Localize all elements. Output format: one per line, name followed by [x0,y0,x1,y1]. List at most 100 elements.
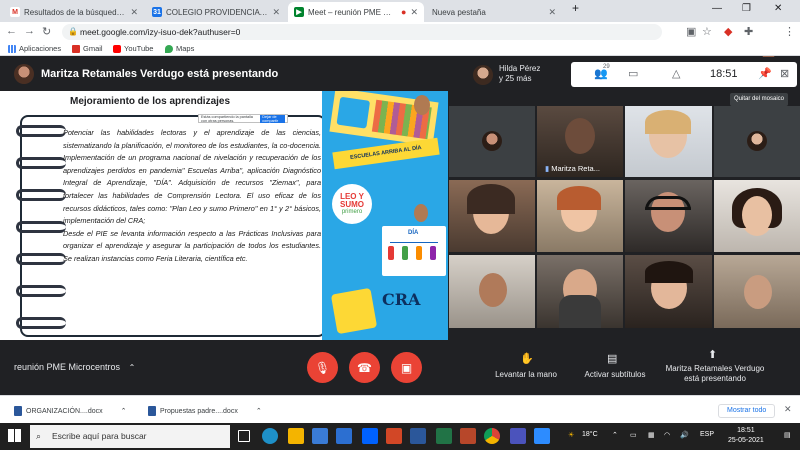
word-icon[interactable] [410,428,426,444]
taskbar-date: 25-05-2021 [728,437,764,444]
raise-hand-label[interactable]: Levantar la mano [488,370,564,380]
close-icon[interactable]: ✕ [272,7,280,18]
raise-hand-icon[interactable]: ✋ [520,352,534,365]
reload-icon[interactable]: ↻ [42,25,51,38]
edge-icon[interactable] [262,428,278,444]
powerpoint-icon[interactable] [386,428,402,444]
video-tile[interactable] [714,180,800,252]
bookmark-label: YouTube [124,44,154,53]
video-tile[interactable] [714,255,800,328]
video-tile[interactable] [625,180,712,252]
unpin-mosaic-icon[interactable]: ⊠ [780,67,789,80]
bookmark-youtube[interactable]: YouTube [113,44,153,53]
bookmark-gmail[interactable]: Gmail [72,44,103,53]
camera-permission-icon[interactable]: ▣ [686,25,696,38]
decorative-figure-icon [414,95,430,115]
dia-label: DÍA [408,230,419,236]
wifi-icon[interactable]: ◠ [664,431,670,439]
minimize-icon[interactable]: — [712,3,722,14]
maximize-icon[interactable]: ❐ [742,3,751,14]
bookmark-maps[interactable]: Maps [165,44,194,53]
dropbox-icon[interactable] [362,428,378,444]
present-screen-icon[interactable]: ⬆ [708,348,717,361]
video-tile[interactable] [449,180,535,252]
store-icon[interactable] [312,428,328,444]
stop-sharing-button[interactable]: Dejar de compartir [260,114,285,123]
back-arrow-icon[interactable]: ← [6,25,17,37]
tab-calendar[interactable]: 31 COLEGIO PROVIDENCIA - Calend... ✕ [146,2,286,22]
teams-icon[interactable] [510,428,526,444]
video-tile[interactable] [449,106,535,177]
meeting-details[interactable]: reunión PME Microcentros ⌃ [14,362,135,372]
gmail-favicon-icon: M [10,7,20,17]
file-explorer-icon[interactable] [288,428,304,444]
network-icon[interactable]: ▦ [648,431,655,439]
temperature: 18°C [582,431,598,438]
windows-start-icon[interactable] [8,429,21,442]
office-icon[interactable] [460,428,476,444]
show-all-button[interactable]: Mostrar todo [718,404,776,418]
close-icon[interactable]: ✕ [130,7,138,18]
chrome-icon[interactable] [484,428,500,444]
new-tab-button[interactable]: + [572,1,579,15]
taskbar-time: 18:51 [737,427,755,434]
notifications-icon[interactable]: ▤ [784,431,791,439]
captions-label[interactable]: Activar subtítulos [578,370,652,380]
captions-icon[interactable]: ▤ [607,352,617,365]
tray-chevron-icon[interactable]: ⌃ [612,431,618,439]
chat-icon[interactable]: ▭ [628,67,638,80]
excel-icon[interactable] [436,428,452,444]
activities-icon[interactable]: △ [672,67,680,80]
video-tile[interactable] [537,255,623,328]
video-grid: ▮ Maritza Reta... [449,106,800,328]
video-tile[interactable] [625,106,712,177]
battery-icon[interactable]: ▭ [630,431,637,439]
close-icon[interactable]: ✕ [410,7,418,18]
extension-icon[interactable]: ◆ [724,25,732,38]
youtube-icon [113,44,121,53]
task-view-icon[interactable] [238,430,250,442]
chevron-up-icon[interactable]: ⌃ [121,407,127,415]
mail-icon[interactable] [336,428,352,444]
weather-icon[interactable]: ☀ [568,431,574,439]
downloads-bar: ORGANIZACIÓN....docx ⌃ Propuestas padre.… [0,395,800,423]
tab-new-tab[interactable]: Nueva pestaña ✕ [426,2,562,22]
taskbar-clock[interactable]: 18:51 25-05-2021 [728,426,764,446]
hang-up-icon: ☎ [357,360,372,375]
notebook-ring [16,189,66,201]
search-icon: ⌕ [36,431,42,441]
camera-off-button[interactable]: ▣ [391,352,422,383]
puzzle-icon[interactable]: ✚ [744,25,753,38]
leave-call-button[interactable]: ☎ [349,352,380,383]
participant-more: y 25 más [499,74,532,83]
taskbar-search-input[interactable]: ⌕ Escribe aquí para buscar [30,425,230,448]
mic-off-icon: 🎙 [314,360,331,375]
chevron-up-icon[interactable]: ⌃ [256,407,262,415]
video-tile-active[interactable]: ▮ Maritza Reta... [537,106,623,177]
menu-kebab-icon[interactable]: ⋮ [784,25,795,38]
download-item[interactable]: Propuestas padre....docx ⌃ [148,406,262,416]
volume-icon[interactable]: 🔊 [680,431,689,439]
chevron-up-icon: ⌃ [128,363,136,372]
language-indicator[interactable]: ESP [700,431,714,438]
tab-search-results[interactable]: M Resultados de la búsqueda - eg... ✕ [4,2,144,22]
video-tile[interactable] [714,106,800,177]
video-tile[interactable] [449,255,535,328]
tab-label: Resultados de la búsqueda - eg... [24,7,126,17]
close-window-icon[interactable]: ✕ [774,3,782,14]
video-tile[interactable] [537,180,623,252]
download-item[interactable]: ORGANIZACIÓN....docx ⌃ [14,406,127,416]
star-icon[interactable]: ☆ [702,25,712,38]
url-input[interactable]: 🔒 meet.google.com/izy-isuo-dek?authuser=… [62,24,662,40]
close-icon[interactable]: ✕ [784,404,792,415]
bookmark-apps[interactable]: Aplicaciones [8,44,61,53]
pin-icon[interactable]: 📌 [758,67,772,80]
video-tile[interactable] [625,255,712,328]
zoom-icon[interactable] [534,428,550,444]
close-icon[interactable]: ✕ [548,7,556,18]
microphone-off-button[interactable]: 🎙 [307,352,338,383]
forward-arrow-icon[interactable]: → [24,25,35,37]
books-illustration [330,287,378,335]
tab-meet[interactable]: ▶ Meet – reunión PME Microce ● ✕ [288,2,424,22]
presenting-label[interactable]: Maritza Retamales Verdugo está presentan… [660,364,770,384]
